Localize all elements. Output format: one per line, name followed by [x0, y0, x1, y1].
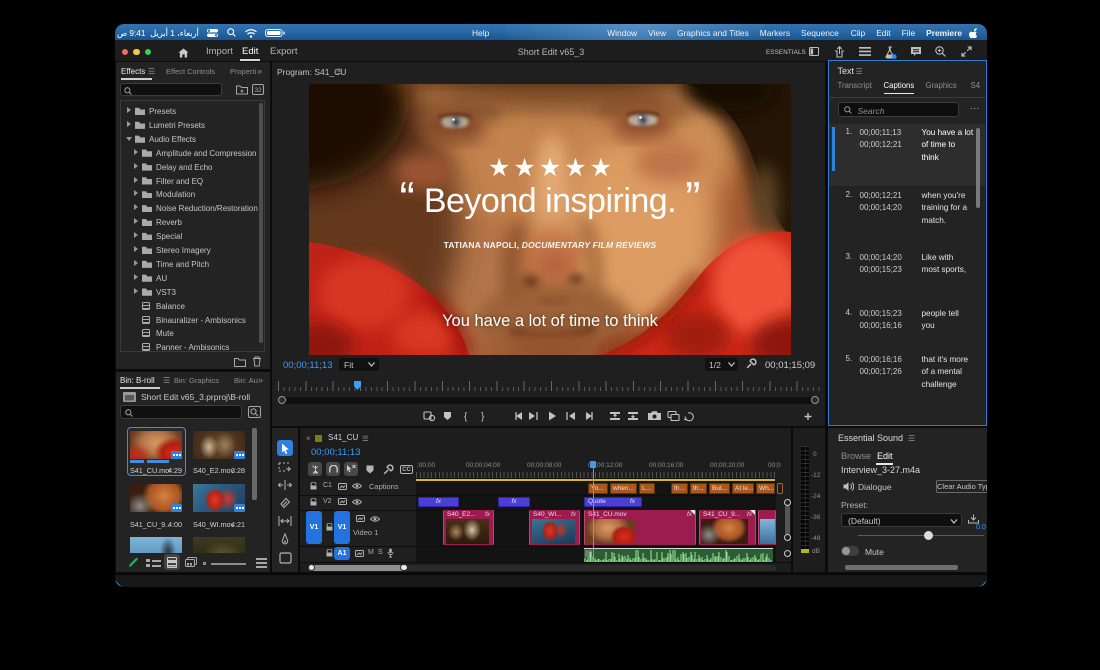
- svg-text:32: 32: [254, 87, 262, 94]
- svg-text:}: }: [481, 412, 485, 423]
- svg-text:{: {: [464, 412, 468, 423]
